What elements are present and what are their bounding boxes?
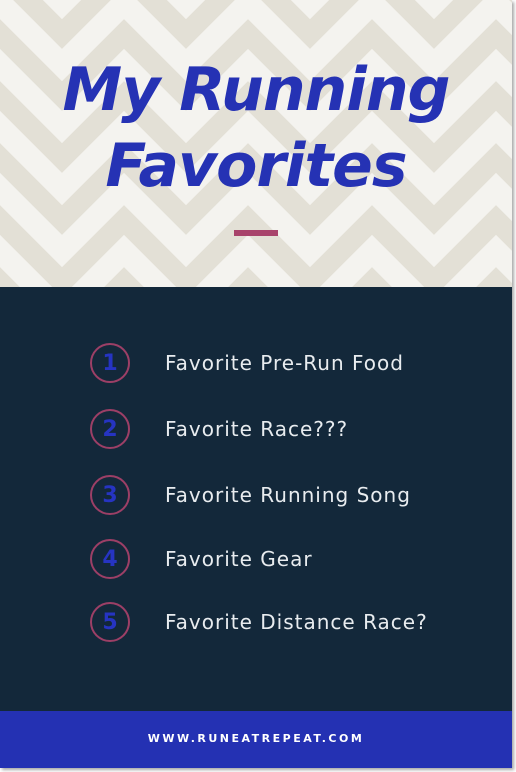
list-item-label: Favorite Pre-Run Food (165, 351, 404, 375)
list-item: 5 Favorite Distance Race? (90, 600, 428, 644)
list-item: 4 Favorite Gear (90, 537, 313, 581)
website-url: WWW.RUNEATREPEAT.COM (147, 732, 365, 745)
footer-bar: WWW.RUNEATREPEAT.COM (0, 711, 512, 768)
title-underline-accent (234, 230, 278, 236)
list-item: 1 Favorite Pre-Run Food (90, 341, 404, 385)
page-title: My Running Favorites (0, 52, 512, 204)
favorites-panel: 1 Favorite Pre-Run Food 2 Favorite Race?… (0, 287, 512, 711)
number-badge-4: 4 (90, 539, 130, 579)
list-item: 3 Favorite Running Song (90, 473, 411, 517)
title-line-2: Favorites (105, 131, 407, 201)
list-item: 2 Favorite Race??? (90, 407, 348, 451)
number-badge-1: 1 (90, 343, 130, 383)
list-item-label: Favorite Race??? (165, 417, 349, 441)
title-line-1: My Running (62, 55, 450, 125)
list-item-label: Favorite Distance Race? (165, 610, 428, 634)
number-badge-3: 3 (90, 475, 130, 515)
header-section: My Running Favorites (0, 0, 512, 287)
list-item-label: Favorite Running Song (165, 483, 411, 507)
number-badge-5: 5 (90, 602, 130, 642)
infographic-card: My Running Favorites 1 Favorite Pre-Run … (0, 0, 512, 768)
list-item-label: Favorite Gear (165, 547, 313, 571)
number-badge-2: 2 (90, 409, 130, 449)
